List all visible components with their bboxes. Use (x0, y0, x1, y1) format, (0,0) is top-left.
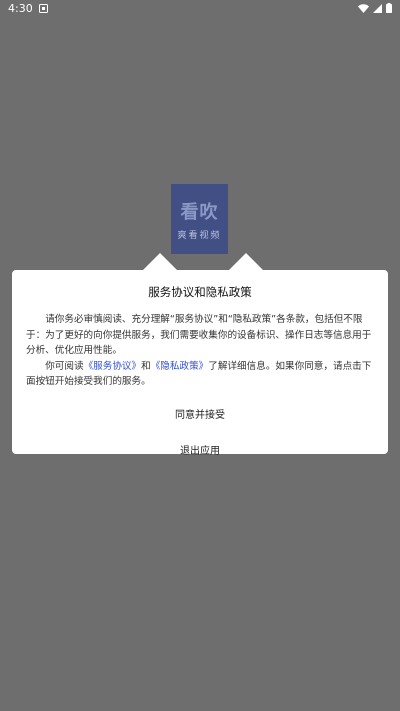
logo-text: 看吹 (180, 201, 219, 223)
notification-icon (38, 3, 48, 13)
dialog-title: 服务协议和隐私政策 (148, 285, 252, 299)
wifi-icon (358, 3, 369, 13)
p2-and: 和 (141, 360, 151, 372)
status-left: 4:30 (8, 2, 48, 15)
privacy-policy-link[interactable]: 《隐私政策》 (151, 361, 209, 372)
exit-app-button[interactable]: 退出应用 (26, 442, 374, 458)
dialog-paragraph-1: 请你务必审慎阅读、充分理解“服务协议”和“隐私政策”各条款，包括但不限于：为了更… (26, 314, 372, 356)
dialog-body: 请你务必审慎阅读、充分理解“服务协议”和“隐私政策”各条款，包括但不限于：为了更… (26, 312, 374, 390)
status-time: 4:30 (8, 1, 33, 15)
status-bar: 4:30 (0, 0, 400, 16)
p2-prefix: 你可阅读 (45, 360, 84, 372)
dialog-notch-left (142, 253, 178, 271)
logo-subtext: 爽看视频 (177, 230, 222, 241)
privacy-dialog: 服务协议和隐私政策 请你务必审慎阅读、充分理解“服务协议”和“隐私政策”各条款，… (12, 270, 388, 457)
status-right (358, 3, 392, 13)
agree-button[interactable]: 同意并接受 (26, 406, 374, 422)
dialog-paragraph-2: 你可阅读《服务协议》和《隐私政策》了解详细信息。如果你同意，请点击下面按钮开始接… (26, 359, 374, 390)
signal-icon (373, 3, 382, 13)
dialog-notch-right (228, 253, 264, 271)
splash-logo: 看吹 爽看视频 (171, 184, 228, 254)
service-agreement-link[interactable]: 《服务协议》 (84, 361, 142, 372)
battery-icon (386, 3, 392, 13)
